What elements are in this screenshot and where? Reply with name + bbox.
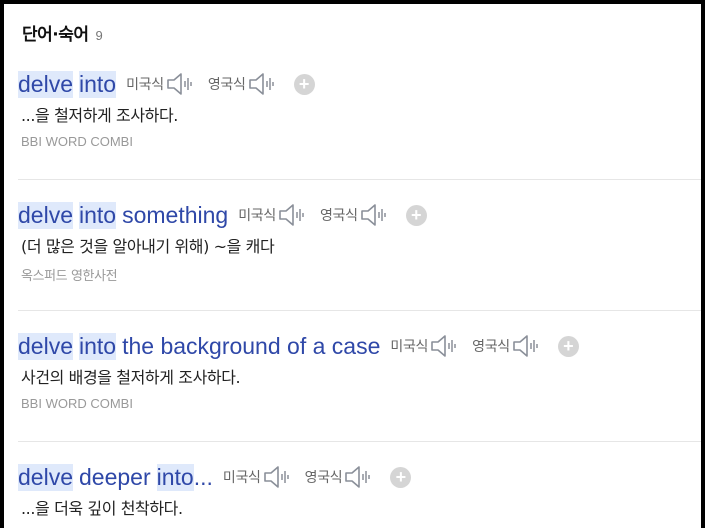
dictionary-entry: delve deeper into... 미국식 영국식 + ...을 더욱 깊이 천착하다… [18, 461, 701, 521]
entry-head: delve into the background of a case 미국식 영국식 + [18, 330, 701, 362]
term-part: delve [18, 70, 73, 98]
entry-divider [18, 441, 701, 442]
entry-meaning: ...을 철저하게 조사하다. [21, 106, 178, 125]
pron-label-uk: 영국식 [207, 77, 246, 93]
add-to-wordbook-button[interactable]: + [405, 204, 427, 226]
speaker-icon[interactable] [512, 333, 544, 359]
speaker-icon[interactable] [166, 71, 198, 97]
pron-label-us: 미국식 [126, 77, 164, 93]
entry-divider [18, 179, 701, 180]
term-part: the background of a case [122, 332, 381, 359]
dictionary-entry: delve into something 미국식 영국식 + (더 많은 것을 알아내기 위… [18, 199, 701, 284]
term-part: delve [18, 201, 73, 229]
entry-term-link[interactable]: delve deeper into... [18, 463, 213, 491]
dictionary-entry: delve into the background of a case 미국식 영국식 +… [18, 330, 701, 411]
term-part: into [78, 201, 117, 229]
entry-term-link[interactable]: delve into [18, 70, 117, 98]
speaker-icon[interactable] [430, 333, 462, 359]
add-to-wordbook-button[interactable]: + [293, 73, 315, 95]
speaker-icon[interactable] [278, 202, 310, 228]
entry-source: BBI WORD COMBI [21, 396, 133, 411]
term-part: into [78, 332, 117, 360]
add-to-wordbook-button[interactable]: + [390, 466, 412, 488]
term-part: something [122, 201, 229, 228]
entry-head: delve deeper into... 미국식 영국식 + [18, 461, 701, 493]
entry-head: delve into something 미국식 영국식 + [18, 199, 701, 231]
pron-label-us: 미국식 [390, 339, 429, 355]
pronunciation-group: 미국식 영국식 + [126, 71, 315, 97]
term-part: delve [18, 332, 73, 360]
entry-meaning: 사건의 배경을 철저하게 조사하다. [21, 368, 241, 387]
pron-label-us: 미국식 [222, 470, 261, 486]
entry-divider [18, 310, 701, 311]
dictionary-entry: delve into 미국식 영국식 + ...을 철저하게 조사하다. BBI WORD … [18, 68, 701, 149]
pron-label-uk: 영국식 [319, 208, 358, 224]
add-to-wordbook-button[interactable]: + [557, 335, 579, 357]
pronunciation-group: 미국식 영국식 + [390, 333, 579, 359]
pron-label-us: 미국식 [238, 208, 276, 224]
dictionary-panel: 단어·숙어 9 delve into 미국식 영국식 + ...을 철저하게 조사하다. B… [0, 0, 705, 528]
term-part: deeper [78, 463, 151, 490]
speaker-icon[interactable] [344, 464, 376, 490]
entry-meaning: ...을 더욱 깊이 천착하다. [21, 499, 183, 518]
speaker-icon[interactable] [360, 202, 392, 228]
speaker-icon[interactable] [263, 464, 295, 490]
pronunciation-group: 미국식 영국식 + [238, 202, 427, 228]
speaker-icon[interactable] [248, 71, 280, 97]
section-title: 단어·숙어 [22, 25, 89, 45]
section-header: 단어·숙어 9 [22, 20, 103, 46]
pronunciation-group: 미국식 영국식 + [223, 464, 412, 490]
pron-label-uk: 영국식 [472, 339, 510, 355]
term-part: delve [18, 463, 73, 491]
entry-source: 옥스퍼드 영한사전 [21, 269, 118, 284]
entry-head: delve into 미국식 영국식 + [18, 68, 701, 100]
entry-source: BBI WORD COMBI [21, 134, 133, 149]
result-count: 9 [95, 28, 103, 43]
entry-term-link[interactable]: delve into something [18, 201, 229, 229]
pron-label-uk: 영국식 [304, 470, 343, 486]
term-part: into [156, 463, 194, 491]
entry-meaning: (더 많은 것을 알아내기 위해) ~을 캐다 [21, 237, 275, 256]
term-part: ... [193, 463, 213, 490]
entry-term-link[interactable]: delve into the background of a case [18, 332, 381, 360]
term-part: into [78, 70, 117, 98]
